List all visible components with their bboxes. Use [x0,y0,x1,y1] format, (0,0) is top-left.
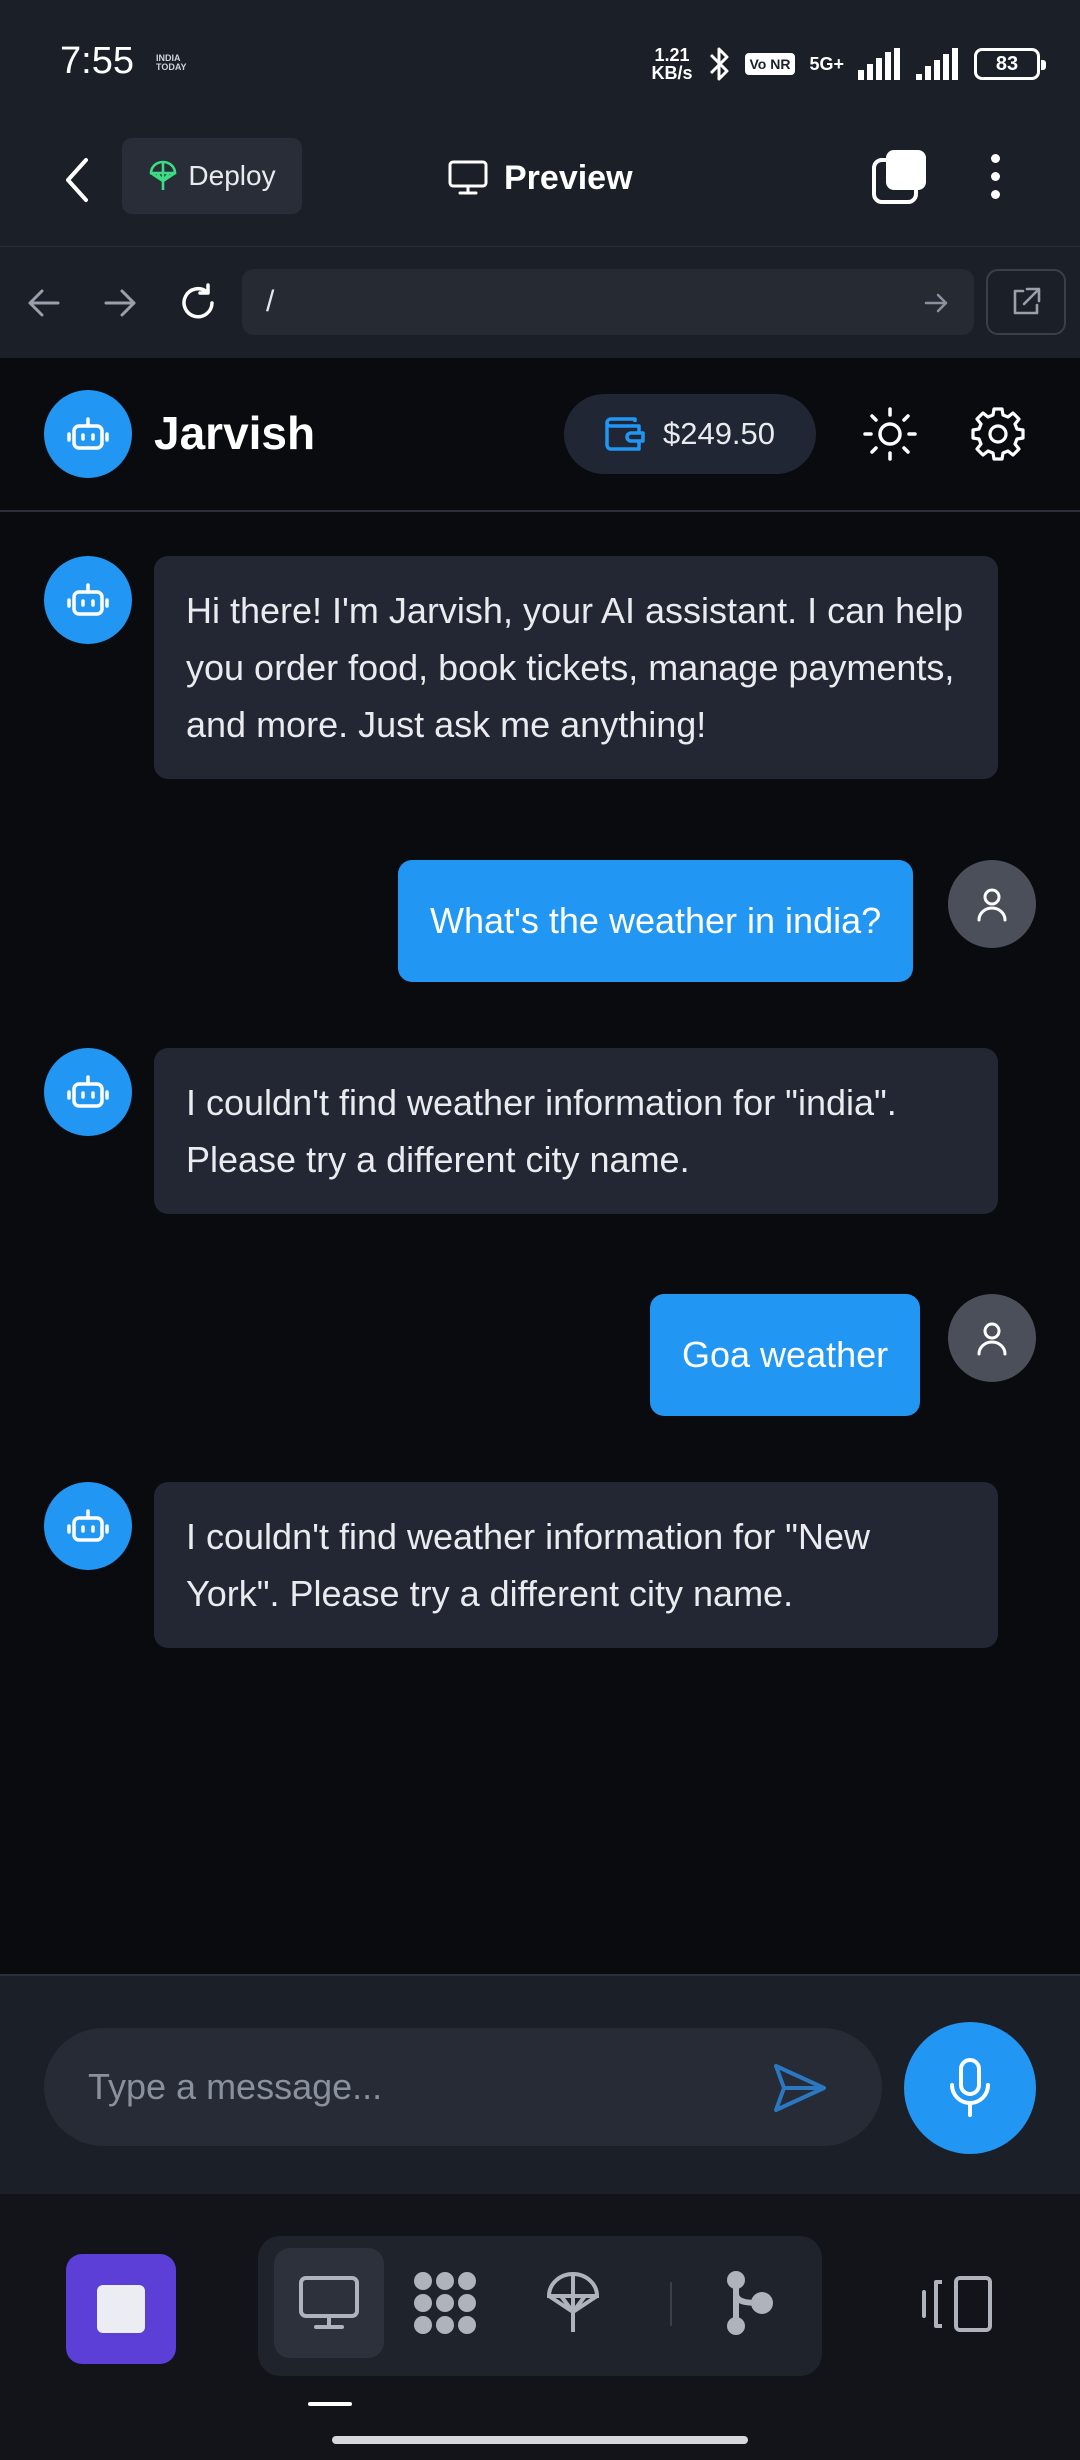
panel-toggle-button[interactable] [920,2272,996,2336]
arrow-right-icon [104,289,136,317]
bot-avatar [44,1482,132,1570]
notification-logo: INDIA TODAY [156,53,187,72]
microphone-button[interactable] [904,2022,1036,2154]
dock-divider [670,2282,672,2326]
assistant-title: Jarvish [154,407,316,459]
preview-label: Preview [504,158,633,197]
composer [0,1974,1080,2194]
chevron-left-icon [66,158,88,202]
user-message: Goa weather [650,1294,921,1416]
nav-forward-button[interactable] [90,273,150,333]
dock-workflow-tab[interactable] [694,2248,804,2358]
bot-message: I couldn't find weather information for … [154,1048,998,1214]
network-type: 5G+ [809,53,844,74]
wallet-balance-button[interactable]: $249.50 [564,394,816,474]
reload-button[interactable] [168,273,228,333]
user-avatar [948,1294,1036,1382]
app-bar: Deploy Preview [0,120,1080,246]
active-tab-indicator [308,2402,352,2406]
home-indicator[interactable] [332,2436,748,2444]
network-speed: 1.21 KB/s [651,45,693,83]
send-icon [774,2064,826,2112]
battery-indicator: 83 [974,48,1046,80]
robot-icon [67,417,109,450]
dock-preview-tab[interactable] [274,2248,384,2358]
dock-apps-tab[interactable] [390,2248,500,2358]
side-panel-icon [922,2276,992,2332]
go-arrow-icon[interactable] [916,283,956,323]
tabs-icon [872,150,926,204]
dot [990,189,1000,199]
nav-back-button[interactable] [14,273,74,333]
send-button[interactable] [770,2060,830,2116]
user-icon [977,1322,1007,1356]
bot-message: Hi there! I'm Jarvish, your AI assistant… [154,556,998,779]
message-input[interactable] [44,2028,882,2146]
robot-icon [67,1509,109,1542]
user-avatar [948,860,1036,948]
browser-bar: / [0,246,1080,358]
user-icon [977,888,1007,922]
monitor-icon [448,160,488,195]
robot-icon [67,1075,109,1108]
robot-icon [67,583,109,616]
dock-tabs [258,2236,822,2376]
bottom-dock [0,2194,1080,2460]
more-options-button[interactable] [975,146,1015,206]
theme-toggle-button[interactable] [860,404,920,464]
dock-deploy-tab[interactable] [518,2248,628,2358]
gear-icon [971,407,1025,461]
signal-icon [858,48,900,80]
monitor-icon [299,2276,359,2329]
grid-blob-icon [414,2272,476,2334]
status-time: 7:55 [60,40,134,82]
open-external-button[interactable] [986,269,1066,335]
status-bar: 7:55 INDIA TODAY 1.21 KB/s Vo NR 5G+ 83 [0,0,1080,120]
balance-amount: $249.50 [662,416,776,451]
deploy-icon [150,160,177,190]
message-list[interactable]: Hi there! I'm Jarvish, your AI assistant… [0,512,1080,1974]
volte-badge: Vo NR [744,53,796,75]
signal-icon-2 [916,48,958,80]
deploy-button[interactable]: Deploy [122,138,302,214]
stop-button[interactable] [66,2254,176,2364]
reload-icon [182,283,214,319]
arrow-left-icon [28,289,60,317]
preview-title: Preview [448,150,633,206]
bot-avatar [44,1048,132,1136]
back-button[interactable] [52,150,102,210]
wallet-icon [605,417,645,451]
stop-icon [97,2285,145,2333]
header-bot-avatar [44,390,132,478]
bot-message: I couldn't find weather information for … [154,1482,998,1648]
workflow-icon [727,2271,773,2335]
tabs-button[interactable] [870,146,930,206]
deploy-icon [546,2272,600,2332]
deploy-label: Deploy [188,160,276,191]
external-link-icon [1013,287,1041,315]
bot-avatar [44,556,132,644]
dot [990,171,1000,181]
settings-button[interactable] [968,404,1028,464]
status-indicators: 1.21 KB/s Vo NR 5G+ 83 [651,40,1046,88]
url-field[interactable]: / [242,269,974,335]
sun-icon [863,407,917,461]
microphone-icon [950,2058,990,2117]
bluetooth-icon [709,47,728,81]
dot [990,153,1000,163]
user-message: What's the weather in india? [398,860,914,982]
chat-header: Jarvish $249.50 [0,358,1080,512]
url-text: / [266,285,275,318]
